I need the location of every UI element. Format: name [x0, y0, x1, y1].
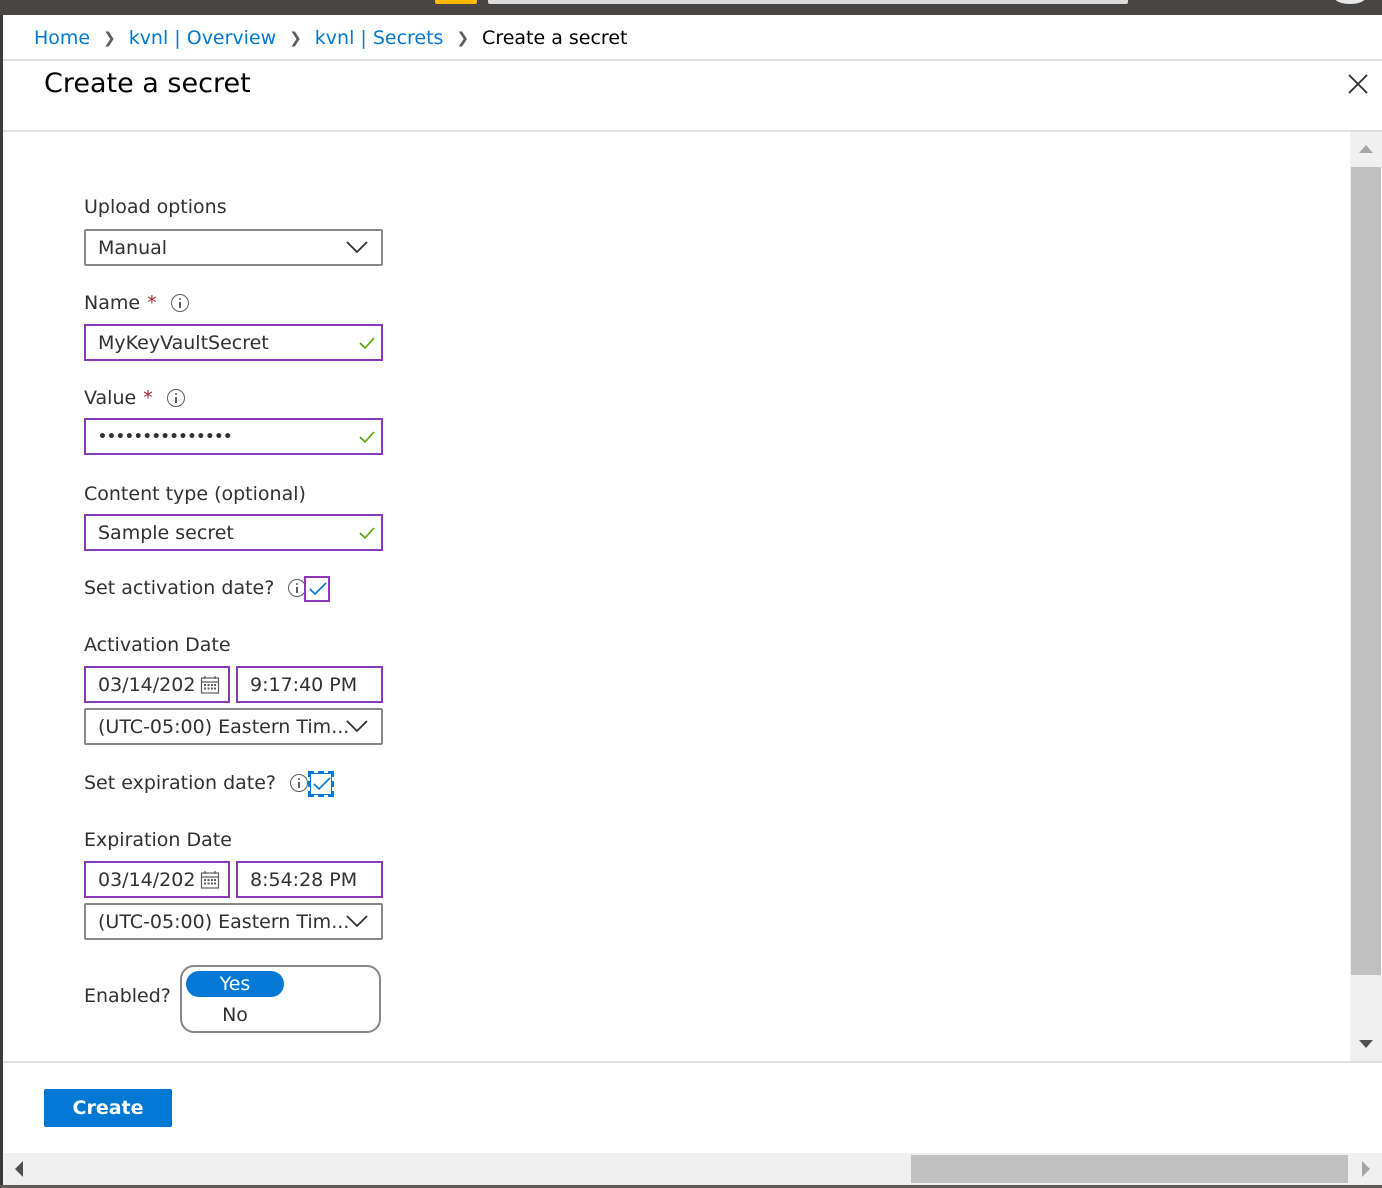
scroll-left-arrow-icon[interactable] — [15, 1161, 23, 1177]
activation-time-value: 9:17:40 PM — [250, 673, 358, 696]
valid-check-icon — [359, 527, 375, 540]
required-marker: * — [147, 292, 157, 314]
divider — [3, 1061, 1382, 1063]
breadcrumb-kvnl-overview[interactable]: kvnl | Overview — [129, 27, 277, 49]
info-icon[interactable] — [290, 774, 308, 792]
scroll-right-arrow-icon[interactable] — [1362, 1161, 1370, 1177]
valid-check-icon — [359, 431, 375, 444]
upload-options-select[interactable]: Manual — [84, 229, 383, 266]
enabled-toggle: Yes No — [180, 965, 381, 1033]
set-activation-date-checkbox[interactable] — [304, 576, 330, 602]
enabled-option-yes[interactable]: Yes — [186, 971, 284, 997]
activation-date-label-text: Activation Date — [84, 634, 231, 656]
enabled-option-no[interactable]: No — [186, 1002, 284, 1028]
set-expiration-date-checkbox[interactable] — [308, 771, 334, 797]
account-avatar[interactable] — [1334, 0, 1366, 4]
name-label-text: Name — [84, 292, 141, 314]
required-marker: * — [143, 387, 153, 409]
breadcrumb: Home ❯ kvnl | Overview ❯ kvnl | Secrets … — [34, 24, 627, 52]
set-activation-date-label: Set activation date? — [84, 577, 307, 599]
enabled-label: Enabled? — [84, 985, 171, 1007]
close-icon — [1348, 74, 1368, 94]
expiration-date-input[interactable]: 03/14/2021 — [84, 861, 230, 898]
expiration-time-input[interactable]: 8:54:28 PM — [236, 861, 383, 898]
notification-badge[interactable] — [435, 0, 477, 4]
calendar-icon[interactable] — [200, 675, 220, 695]
vertical-scrollbar[interactable] — [1350, 132, 1382, 1061]
checkmark-icon — [309, 582, 327, 596]
close-button[interactable] — [1344, 70, 1372, 98]
upload-options-value: Manual — [98, 236, 168, 259]
portal-top-bar — [0, 0, 1382, 15]
chevron-down-icon — [346, 720, 368, 733]
expiration-timezone-select[interactable]: (UTC-05:00) Eastern Tim... — [84, 903, 383, 940]
checkmark-icon — [313, 777, 331, 791]
content-type-label: Content type (optional) — [84, 483, 306, 505]
expiration-timezone-value: (UTC-05:00) Eastern Tim... — [98, 910, 350, 933]
expiration-date-value: 03/14/2021 — [98, 868, 196, 891]
create-button[interactable]: Create — [44, 1089, 172, 1127]
activation-timezone-value: (UTC-05:00) Eastern Tim... — [98, 715, 350, 738]
breadcrumb-separator-icon: ❯ — [289, 29, 302, 47]
info-icon[interactable] — [166, 389, 185, 407]
chevron-down-icon — [346, 915, 368, 928]
value-password-input[interactable]: ••••••••••••••• — [84, 418, 383, 455]
set-activation-date-label-text: Set activation date? — [84, 577, 275, 599]
value-label-text: Value — [84, 387, 137, 409]
enabled-label-text: Enabled? — [84, 985, 171, 1007]
name-input[interactable]: MyKeyVaultSecret — [84, 324, 383, 361]
breadcrumb-separator-icon: ❯ — [456, 29, 470, 47]
value-masked: ••••••••••••••• — [98, 428, 233, 445]
expiration-time-value: 8:54:28 PM — [250, 868, 358, 891]
divider — [3, 59, 1382, 61]
horizontal-scrollbar[interactable] — [3, 1153, 1382, 1185]
upload-options-label: Upload options — [84, 196, 227, 218]
chevron-down-icon — [346, 241, 368, 254]
activation-time-input[interactable]: 9:17:40 PM — [236, 666, 383, 703]
content-type-input[interactable]: Sample secret — [84, 514, 383, 551]
page-title: Create a secret — [44, 68, 251, 99]
upload-options-label-text: Upload options — [84, 196, 227, 218]
calendar-icon[interactable] — [200, 870, 220, 890]
scroll-up-arrow-icon[interactable] — [1359, 145, 1373, 153]
value-label: Value * — [84, 387, 185, 409]
expiration-date-label-text: Expiration Date — [84, 829, 232, 851]
vertical-scroll-thumb[interactable] — [1351, 167, 1381, 975]
content-type-label-text: Content type (optional) — [84, 483, 306, 505]
info-icon[interactable] — [170, 294, 189, 312]
breadcrumb-kvnl-secrets[interactable]: kvnl | Secrets — [315, 27, 444, 49]
set-expiration-date-label: Set expiration date? — [84, 772, 308, 794]
name-label: Name * — [84, 292, 189, 314]
set-expiration-date-label-text: Set expiration date? — [84, 772, 276, 794]
horizontal-scroll-thumb[interactable] — [911, 1155, 1348, 1183]
valid-check-icon — [359, 337, 375, 350]
scroll-down-arrow-icon[interactable] — [1359, 1040, 1373, 1048]
activation-date-label: Activation Date — [84, 634, 231, 656]
activation-date-input[interactable]: 03/14/2020 — [84, 666, 230, 703]
activation-date-value: 03/14/2020 — [98, 673, 196, 696]
expiration-date-label: Expiration Date — [84, 829, 232, 851]
content-type-value: Sample secret — [98, 521, 234, 544]
breadcrumb-separator-icon: ❯ — [103, 29, 116, 47]
breadcrumb-current: Create a secret — [482, 27, 628, 49]
global-search-input[interactable] — [488, 0, 1128, 4]
activation-timezone-select[interactable]: (UTC-05:00) Eastern Tim... — [84, 708, 383, 745]
name-input-value: MyKeyVaultSecret — [98, 331, 269, 354]
breadcrumb-home[interactable]: Home — [34, 27, 90, 49]
